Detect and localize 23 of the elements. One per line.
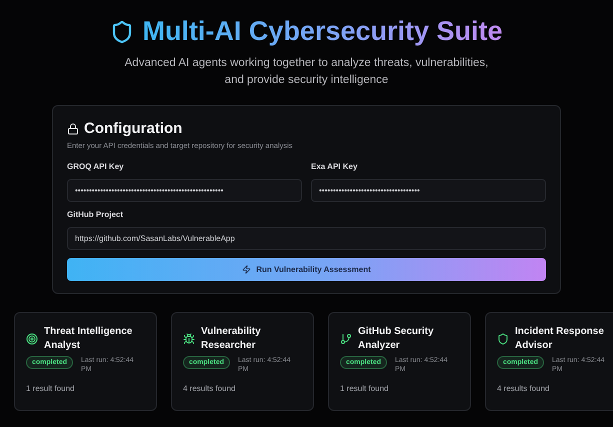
agent-name: Threat Intelligence Analyst — [44, 325, 134, 353]
shield-icon — [497, 333, 509, 345]
lock-icon — [67, 122, 79, 134]
field-label: GROQ API Key — [67, 162, 125, 171]
results-count: 4 results found — [183, 384, 236, 393]
field-label: GitHub Project — [67, 210, 124, 219]
input-field[interactable]: •••••••••••••••••••••••••••••••••••• — [311, 179, 546, 202]
lightning-icon — [242, 265, 252, 274]
target-icon — [26, 333, 38, 345]
input-field[interactable]: https://github.com/SasanLabs/VulnerableApp — [67, 227, 546, 250]
panel-title: Configuration — [84, 120, 182, 137]
agent-name: Incident Response Advisor — [515, 325, 605, 353]
results-count: 1 result found — [26, 384, 76, 393]
bug-icon — [183, 333, 195, 345]
results-count: 1 result found — [340, 384, 390, 393]
field-label: Exa API Key — [311, 162, 358, 171]
app-subtitle: Advanced AI agents working together to analyze threats, vulnerabilities, and provide security intelligence — [124, 56, 490, 88]
results-count: 4 results found — [497, 384, 550, 393]
agent-name: Vulnerability Researcher — [201, 325, 262, 353]
input-field[interactable]: ••••••••••••••••••••••••••••••••••••••••••••••••••••• — [67, 179, 302, 202]
git-branch-icon — [340, 333, 352, 345]
run-assessment-button[interactable]: Run Vulnerability Assessment — [67, 258, 546, 281]
agent-name: GitHub Security Analyzer — [358, 325, 435, 353]
